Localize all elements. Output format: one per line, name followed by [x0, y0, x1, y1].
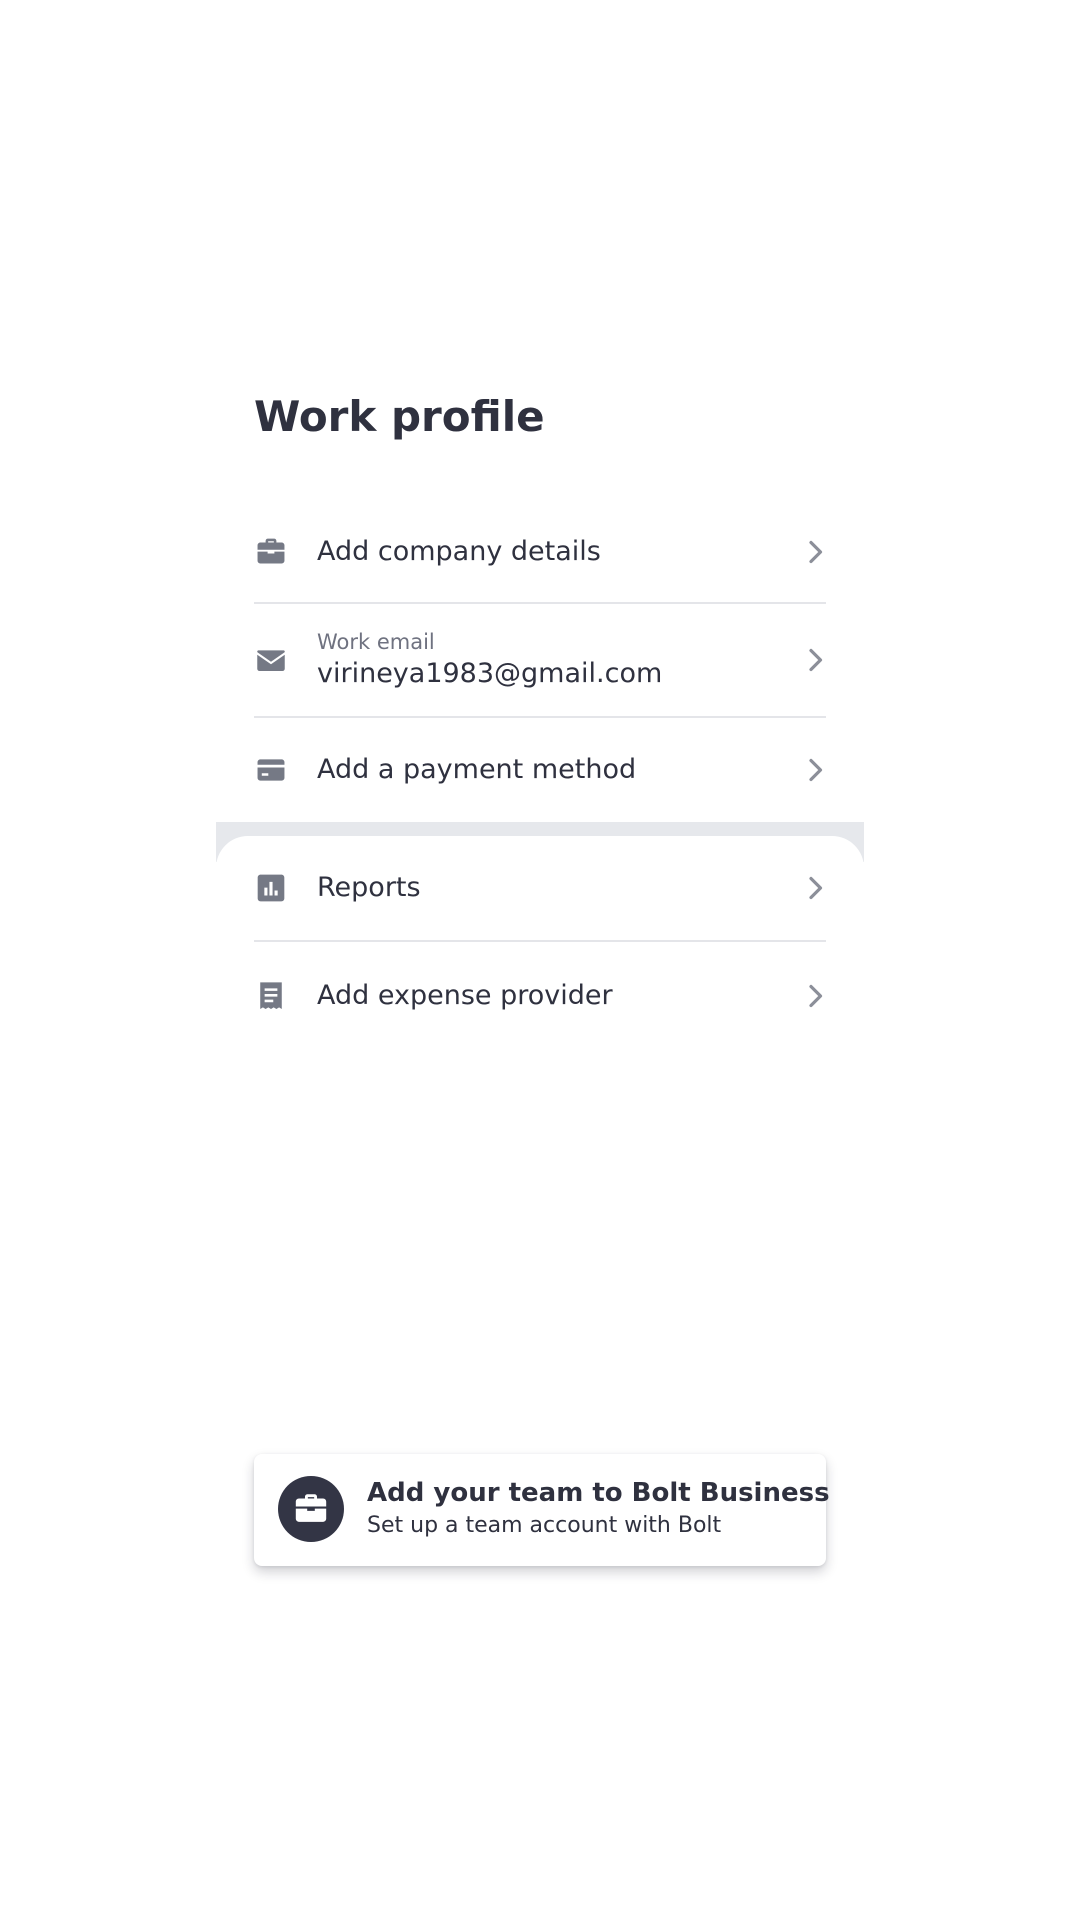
add-payment-method-text: Add a payment method [317, 752, 806, 788]
chevron-right-icon [806, 981, 826, 1011]
briefcase-icon [278, 1476, 344, 1542]
page-title: Work profile [254, 392, 545, 441]
briefcase-icon [254, 535, 288, 569]
reports-text: Reports [317, 870, 806, 906]
credit-card-icon [254, 753, 288, 787]
work-email-value: virineya1983@gmail.com [317, 658, 663, 689]
work-email-text: Work email virineya1983@gmail.com [317, 628, 806, 692]
reports-row[interactable]: Reports [254, 836, 826, 942]
add-expense-provider-label: Add expense provider [317, 980, 613, 1011]
chevron-right-icon [806, 755, 826, 785]
work-profile-screen: Work profile Add company details Work em… [0, 0, 1080, 1920]
work-profile-menu-card: Add company details Work email virineya1… [216, 502, 864, 822]
add-expense-provider-text: Add expense provider [317, 978, 806, 1014]
business-tools-card: Reports Add expense provider [216, 836, 864, 1056]
add-company-details-label: Add company details [317, 536, 601, 567]
chevron-right-icon [806, 873, 826, 903]
add-payment-method-label: Add a payment method [317, 754, 637, 785]
promo-subtitle: Set up a team account with Bolt [367, 1513, 722, 1538]
add-expense-provider-row[interactable]: Add expense provider [254, 942, 826, 1050]
bar-chart-icon [254, 871, 288, 905]
work-email-label: Work email [317, 630, 435, 654]
reports-label: Reports [317, 872, 421, 903]
mail-icon [254, 643, 288, 677]
promo-text: Add your team to Bolt Business Set up a … [367, 1476, 830, 1541]
add-payment-method-row[interactable]: Add a payment method [254, 718, 826, 822]
add-company-details-row[interactable]: Add company details [254, 502, 826, 604]
add-company-details-text: Add company details [317, 534, 806, 570]
bolt-business-promo-card[interactable]: Add your team to Bolt Business Set up a … [254, 1454, 830, 1566]
work-email-row[interactable]: Work email virineya1983@gmail.com [254, 604, 826, 718]
promo-title: Add your team to Bolt Business [367, 1478, 830, 1508]
receipt-icon [254, 979, 288, 1013]
chevron-right-icon [806, 645, 826, 675]
chevron-right-icon [806, 537, 826, 567]
